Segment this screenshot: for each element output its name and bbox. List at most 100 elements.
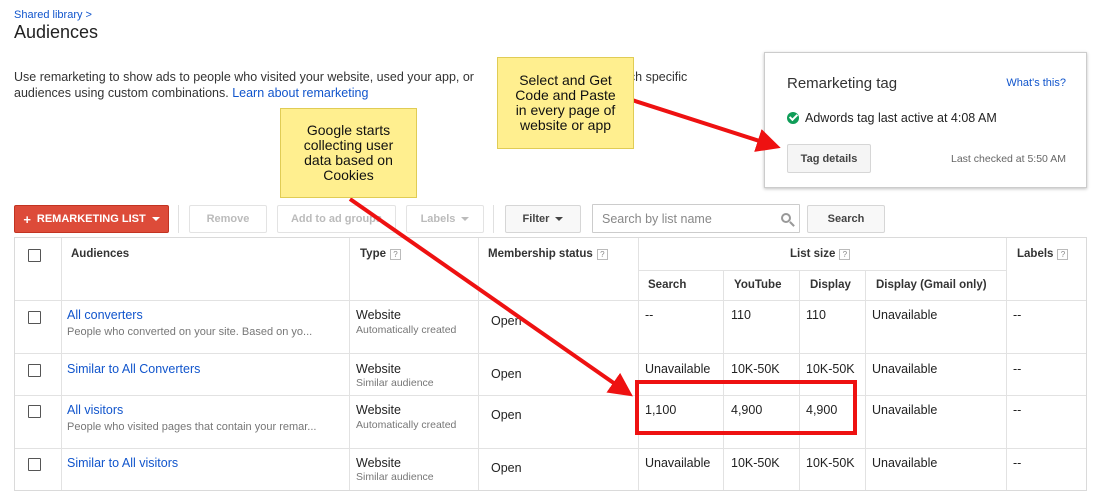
type-value: Website [356, 456, 401, 470]
col-header-membership-label: Membership status [488, 248, 593, 260]
audience-name-link[interactable]: All visitors [67, 403, 123, 417]
help-icon[interactable]: ? [1057, 248, 1069, 260]
note-tag-line: in every page of [515, 102, 616, 118]
membership-value: Open [491, 461, 522, 475]
col-divider [61, 238, 62, 490]
type-sub: Similar audience [356, 471, 434, 483]
tag-status-text: Adwords tag last active at 4:08 AM [805, 111, 997, 125]
col-divider [478, 238, 479, 490]
labels-button-label: Labels [420, 213, 456, 225]
whats-this-link[interactable]: What's this? [1006, 77, 1066, 89]
labels-value: -- [1013, 362, 1022, 376]
type-value: Website [356, 362, 401, 376]
membership-value: Open [491, 314, 522, 328]
col-divider [638, 238, 639, 490]
row-checkbox[interactable] [28, 405, 41, 418]
gmail-size: Unavailable [872, 308, 938, 322]
labels-value: -- [1013, 456, 1022, 470]
youtube-size: 110 [731, 308, 751, 322]
learn-remarketing-link[interactable]: Learn about remarketing [232, 86, 368, 100]
membership-value: Open [491, 408, 522, 422]
search-input[interactable] [602, 205, 782, 232]
membership-value: Open [491, 367, 522, 381]
col-header-display[interactable]: Display [810, 279, 851, 291]
arrow-to-tag-details [631, 98, 781, 152]
row-divider [15, 395, 1086, 396]
help-icon[interactable]: ? [839, 248, 851, 260]
remove-button[interactable]: Remove [189, 205, 267, 233]
col-divider [1006, 238, 1007, 490]
audience-description: People who converted on your site. Based… [67, 326, 313, 338]
plus-icon: + [23, 211, 31, 227]
youtube-size: 10K-50K [731, 456, 780, 470]
note-cookies-line: Cookies [323, 167, 374, 183]
search-icon[interactable] [781, 213, 791, 223]
annotation-note-cookies: Google starts collecting user data based… [280, 108, 417, 198]
col-header-labels[interactable]: Labels ? [1017, 248, 1069, 260]
col-header-gmail[interactable]: Display (Gmail only) [876, 279, 987, 291]
audience-name-link[interactable]: Similar to All Converters [67, 362, 200, 376]
col-header-membership[interactable]: Membership status ? [488, 248, 608, 260]
note-tag-line: Select and Get [519, 72, 612, 88]
help-icon[interactable]: ? [596, 248, 608, 260]
help-icon[interactable]: ? [390, 248, 401, 260]
tag-status: Adwords tag last active at 4:08 AM [787, 111, 997, 125]
breadcrumb[interactable]: Shared library > [14, 9, 92, 21]
row-divider [15, 448, 1086, 449]
row-checkbox[interactable] [28, 364, 41, 377]
header-bottom-line [15, 300, 1086, 301]
gmail-size: Unavailable [872, 456, 938, 470]
filter-button-label: Filter [522, 213, 550, 225]
audience-name-link[interactable]: All converters [67, 308, 143, 322]
display-size: 110 [806, 308, 826, 322]
note-tag-line: Code and Paste [515, 87, 616, 103]
search-size: -- [645, 308, 654, 322]
youtube-size: 10K-50K [731, 362, 780, 376]
col-header-list-size: List size ? [790, 248, 851, 260]
display-size: 10K-50K [806, 362, 855, 376]
caret-down-icon [555, 217, 564, 221]
col-header-type-label: Type [360, 248, 386, 260]
type-value: Website [356, 403, 401, 417]
type-sub: Automatically created [356, 324, 457, 336]
col-header-audiences[interactable]: Audiences [71, 248, 129, 260]
select-all-checkbox[interactable] [28, 249, 41, 262]
header-divider [638, 270, 1006, 271]
annotation-note-tag: Select and Get Code and Paste in every p… [497, 57, 634, 149]
note-cookies-line: collecting user [303, 137, 394, 153]
row-checkbox[interactable] [28, 458, 41, 471]
toolbar-divider [493, 205, 494, 233]
add-to-ad-groups-button[interactable]: Add to ad groups [277, 205, 396, 233]
row-divider [15, 353, 1086, 354]
row-checkbox[interactable] [28, 311, 41, 324]
col-divider [865, 270, 866, 490]
search-box [592, 204, 800, 233]
page-title: Audiences [14, 22, 99, 42]
col-header-type[interactable]: Type ? [360, 248, 401, 260]
tag-card-title: Remarketing tag [787, 75, 898, 92]
col-header-list-size-label: List size [790, 248, 836, 260]
gmail-size: Unavailable [872, 403, 938, 417]
remarketing-tag-card: Remarketing tag What's this? Adwords tag… [764, 52, 1087, 188]
note-cookies-line: Google starts [306, 122, 391, 138]
add-remarketing-list-button[interactable]: + REMARKETING LIST [14, 205, 169, 233]
col-header-search[interactable]: Search [648, 279, 686, 291]
remarketing-list-label: REMARKETING LIST [36, 213, 146, 225]
check-circle-icon [787, 112, 799, 124]
labels-value: -- [1013, 308, 1022, 322]
search-size: Unavailable [645, 456, 711, 470]
gmail-size: Unavailable [872, 362, 938, 376]
filter-button[interactable]: Filter [505, 205, 581, 233]
search-size: Unavailable [645, 362, 711, 376]
col-header-youtube[interactable]: YouTube [734, 279, 781, 291]
search-button[interactable]: Search [807, 205, 885, 233]
caret-down-icon [461, 217, 470, 221]
note-cookies-line: data based on [304, 152, 393, 168]
toolbar-divider [178, 205, 179, 233]
audience-name-link[interactable]: Similar to All visitors [67, 456, 178, 470]
intro-line2: audiences using custom combinations. [14, 86, 229, 100]
audience-description: People who visited pages that contain yo… [67, 421, 317, 433]
list-size-highlight-box [635, 380, 857, 435]
tag-details-button[interactable]: Tag details [787, 144, 871, 173]
labels-button[interactable]: Labels [406, 205, 484, 233]
